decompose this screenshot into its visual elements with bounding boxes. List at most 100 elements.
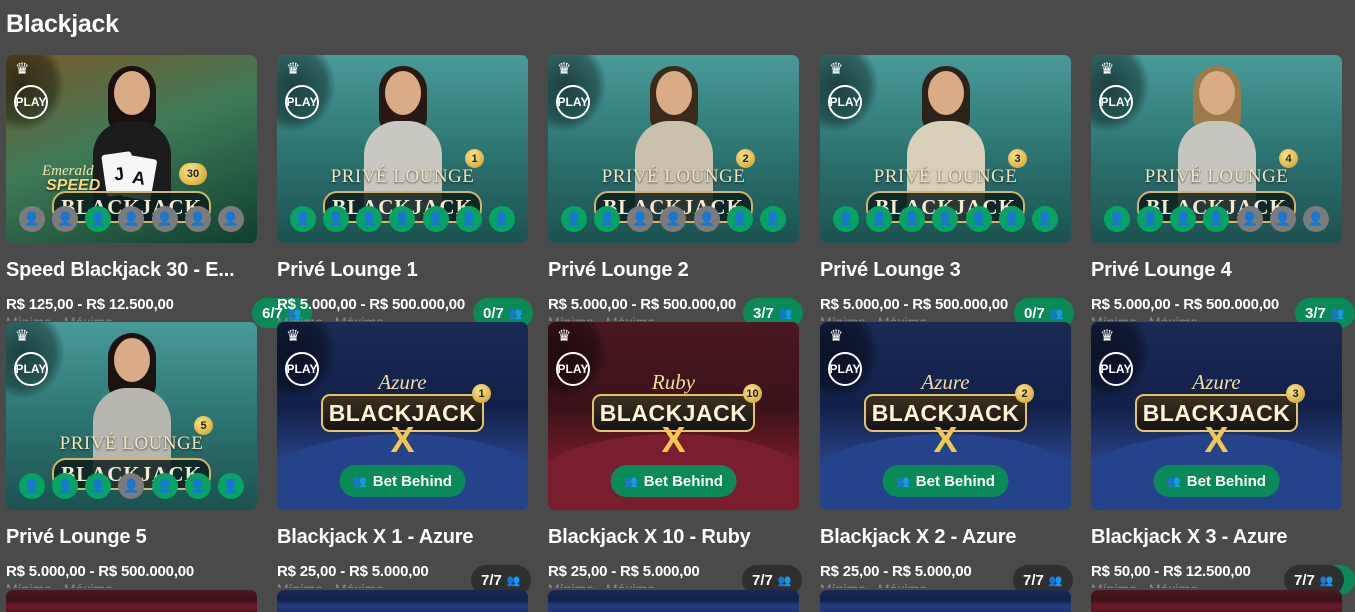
seat-free[interactable]: 👤 — [833, 206, 859, 232]
seat-free[interactable]: 👤 — [1170, 206, 1197, 232]
game-thumbnail[interactable]: ♛ PLAY Azure BLACKJACK X 3 👥 Bet Behind — [1091, 322, 1342, 510]
seat-free[interactable]: 👤 — [422, 206, 449, 232]
table-number-badge: 2 — [736, 149, 755, 168]
game-title[interactable]: Blackjack X 2 - Azure — [820, 526, 1071, 549]
crown-icon: ♛ — [286, 328, 301, 345]
game-title[interactable]: Privé Lounge 3 — [820, 259, 1071, 282]
person-icon: 👤 — [361, 211, 378, 226]
game-thumbnail-partial[interactable] — [6, 590, 257, 612]
people-icon: 👥 — [1330, 307, 1345, 320]
game-title[interactable]: Privé Lounge 4 — [1091, 259, 1342, 282]
game-card[interactable]: ♛PLAYPRIVÉ LOUNGEBLACKJACK1👤👤👤👤👤👤👤 Privé … — [277, 55, 528, 321]
bet-behind-label: Bet Behind — [1186, 472, 1266, 490]
play-badge-text: PLAY — [828, 85, 862, 119]
seat-free[interactable]: 👤 — [1203, 206, 1230, 232]
person-icon: 👤 — [937, 211, 954, 226]
game-title[interactable]: Privé Lounge 5 — [6, 526, 257, 549]
game-thumbnail[interactable]: ♛ PLAY Azure BLACKJACK X 2 👥 Bet Behind — [820, 322, 1071, 510]
players-count: 7/7 — [481, 571, 502, 589]
seat-free[interactable]: 👤 — [356, 206, 383, 232]
game-card[interactable]: ♛PLAYPRIVÉ LOUNGEBLACKJACK2👤👤👤👤👤👤👤Privé … — [548, 55, 799, 321]
seat-free[interactable]: 👤 — [594, 206, 621, 232]
game-card[interactable]: ♛PLAYPRIVÉ LOUNGEBLACKJACK4👤👤👤👤👤👤👤 Privé … — [1091, 55, 1342, 321]
game-card[interactable]: ♛ PLAY Ruby BLACKJACK X 10 👥 Bet Behind Blackjac… — [548, 322, 799, 588]
seat-free[interactable]: 👤 — [1137, 206, 1164, 232]
game-thumbnail[interactable]: ♛PLAYPRIVÉ LOUNGEBLACKJACK1👤👤👤👤👤👤👤 — [277, 55, 528, 243]
seat-free[interactable]: 👤 — [290, 206, 316, 232]
seat-free[interactable]: 👤 — [866, 206, 893, 232]
game-card[interactable]: ♛ PLAY Azure BLACKJACK X 2 👥 Bet Behind Blackjac… — [820, 322, 1071, 588]
seat-free[interactable]: 👤 — [899, 206, 926, 232]
crown-icon: ♛ — [1100, 328, 1115, 345]
crown-icon: ♛ — [829, 61, 844, 78]
seat-free[interactable]: 👤 — [389, 206, 416, 232]
bet-behind-button[interactable]: 👥 Bet Behind — [339, 465, 466, 497]
game-thumbnail-partial[interactable] — [277, 590, 528, 612]
person-icon: 👤 — [123, 211, 140, 226]
seat-free[interactable]: 👤 — [998, 206, 1025, 232]
bet-behind-label: Bet Behind — [643, 472, 723, 490]
game-card[interactable]: ♛PLAYPRIVÉ LOUNGEBLACKJACK3👤👤👤👤👤👤👤Privé … — [820, 55, 1071, 321]
game-thumbnail[interactable]: ♛PLAYEmeraldSPEEDJABLACKJACK30👤👤👤👤👤👤👤 — [6, 55, 257, 243]
game-title[interactable]: Privé Lounge 2 — [548, 259, 799, 282]
table-number-badge: 10 — [743, 384, 762, 403]
person-icon: 👤 — [23, 211, 41, 226]
game-thumbnail-partial[interactable] — [1091, 590, 1342, 612]
seat-taken: 👤 — [19, 206, 45, 232]
crown-icon: ♛ — [829, 328, 844, 345]
seat-free[interactable]: 👤 — [323, 206, 350, 232]
seat-free[interactable]: 👤 — [85, 473, 112, 499]
seat-free[interactable]: 👤 — [488, 206, 515, 232]
crown-icon: ♛ — [557, 61, 572, 78]
game-thumbnail[interactable]: ♛ PLAY Azure BLACKJACK X 1 👥 Bet Behind — [277, 322, 528, 510]
seat-free[interactable]: 👤 — [151, 473, 178, 499]
seat-free[interactable]: 👤 — [52, 473, 79, 499]
min-label: Mínimo — [1091, 582, 1137, 588]
seat-free[interactable]: 👤 — [965, 206, 992, 232]
min-label: Mínimo — [277, 315, 323, 321]
brand-subtitle-text: PRIVÉ LOUNGE — [1144, 166, 1289, 187]
game-thumbnail-partial[interactable] — [820, 590, 1071, 612]
seat-free[interactable]: 👤 — [561, 206, 587, 232]
game-title[interactable]: Privé Lounge 1 — [277, 259, 528, 282]
game-thumbnail[interactable]: ♛PLAYPRIVÉ LOUNGEBLACKJACK2👤👤👤👤👤👤👤 — [548, 55, 799, 243]
seat-free[interactable]: 👤 — [759, 206, 786, 232]
seat-free[interactable]: 👤 — [19, 473, 45, 499]
seat-free[interactable]: 👤 — [455, 206, 482, 232]
game-title[interactable]: Speed Blackjack 30 - E... — [6, 259, 257, 282]
game-card[interactable]: ♛PLAYEmeraldSPEEDJABLACKJACK30👤👤👤👤👤👤👤Spe… — [6, 55, 257, 321]
game-title[interactable]: Blackjack X 10 - Ruby — [548, 526, 799, 549]
max-label: Máximo — [878, 315, 927, 321]
seat-free[interactable]: 👤 — [1031, 206, 1058, 232]
game-thumbnail[interactable]: ♛PLAYPRIVÉ LOUNGEBLACKJACK3👤👤👤👤👤👤👤 — [820, 55, 1071, 243]
people-icon: 👥 — [353, 475, 367, 488]
game-card[interactable]: ♛ PLAY Azure BLACKJACK X 1 👥 Bet Behind Blackjac… — [277, 322, 528, 588]
person-icon: 👤 — [57, 478, 74, 493]
seat-free[interactable]: 👤 — [1104, 206, 1130, 232]
bet-behind-button[interactable]: 👥 Bet Behind — [610, 465, 737, 497]
brand-subtitle-text: PRIVÉ LOUNGE — [330, 166, 475, 187]
person-icon: 👤 — [222, 478, 240, 493]
game-card[interactable]: ♛ PLAY Azure BLACKJACK X 3 👥 Bet Behind Blackjac… — [1091, 322, 1342, 588]
game-title[interactable]: Blackjack X 1 - Azure — [277, 526, 528, 549]
max-label: Máximo — [1149, 582, 1198, 588]
seat-free[interactable]: 👤 — [932, 206, 959, 232]
seat-taken: 👤 — [217, 206, 244, 232]
person-icon: 👤 — [1241, 211, 1258, 226]
bet-behind-button[interactable]: 👥 Bet Behind — [882, 465, 1009, 497]
seat-free[interactable]: 👤 — [85, 206, 112, 232]
seat-free[interactable]: 👤 — [184, 473, 211, 499]
game-card[interactable]: ♛PLAYPRIVÉ LOUNGEBLACKJACK5👤👤👤👤👤👤👤Privé … — [6, 322, 257, 588]
game-thumbnail[interactable]: ♛ PLAY Ruby BLACKJACK X 10 👥 Bet Behind — [548, 322, 799, 510]
seat-free[interactable]: 👤 — [726, 206, 753, 232]
bet-behind-button[interactable]: 👥 Bet Behind — [1153, 465, 1280, 497]
game-thumbnail-partial[interactable] — [548, 590, 799, 612]
game-thumbnail[interactable]: ♛PLAYPRIVÉ LOUNGEBLACKJACK4👤👤👤👤👤👤👤 — [1091, 55, 1342, 243]
person-icon: 👤 — [871, 211, 888, 226]
game-title[interactable]: Blackjack X 3 - Azure — [1091, 526, 1342, 549]
seat-free[interactable]: 👤 — [217, 473, 244, 499]
crown-icon: ♛ — [15, 61, 30, 78]
game-thumbnail[interactable]: ♛PLAYPRIVÉ LOUNGEBLACKJACK5👤👤👤👤👤👤👤 — [6, 322, 257, 510]
person-icon: 👤 — [156, 211, 173, 226]
person-icon: 👤 — [189, 478, 206, 493]
